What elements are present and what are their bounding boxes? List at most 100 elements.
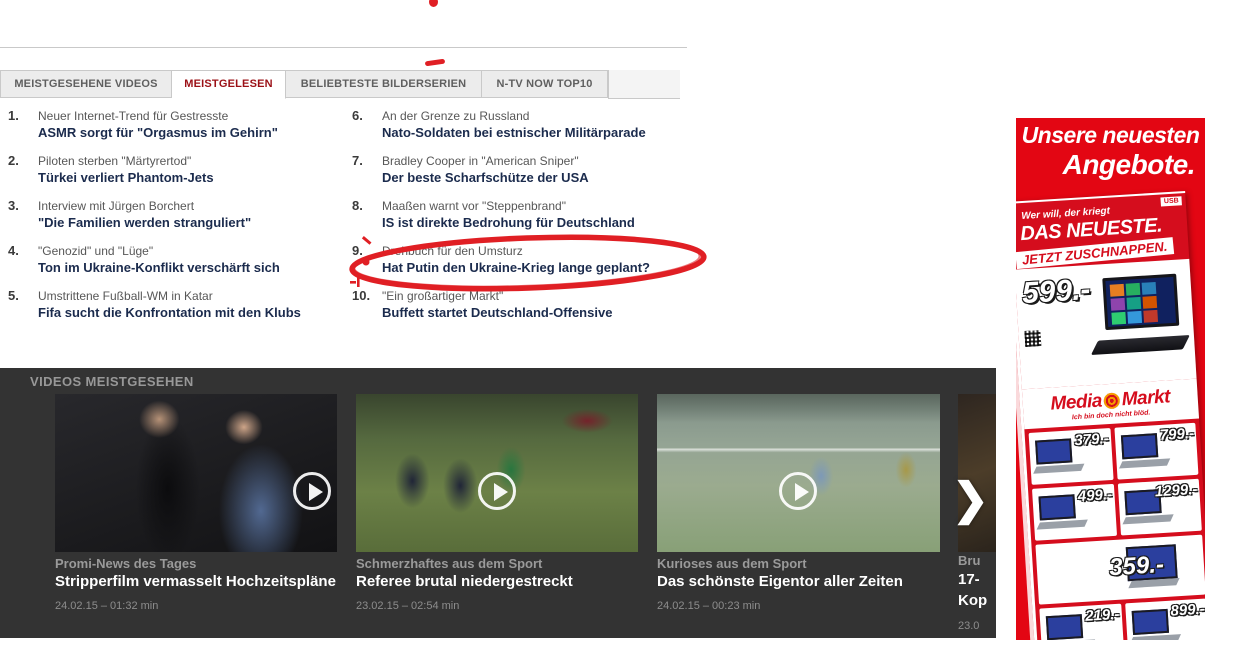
ranking-item-6[interactable]: 6. An der Grenze zu RusslandNato-Soldate…: [352, 108, 687, 142]
video-meta: 23.0: [958, 620, 979, 632]
article-kicker: "Genozid" und "Lüge": [38, 243, 280, 259]
laptop-screen: [1102, 274, 1179, 330]
article-headline[interactable]: Türkei verliert Phantom-Jets: [38, 169, 214, 187]
ad-chip: USB: [1161, 196, 1182, 206]
annotation-tick: [357, 277, 360, 287]
ranking-item-8[interactable]: 8. Maaßen warnt vor "Steppenbrand"IS ist…: [352, 198, 687, 232]
ranking-item-10[interactable]: 10. "Ein großartiger Markt"Buffett start…: [352, 288, 687, 322]
video-kicker[interactable]: Schmerzhaftes aus dem Sport: [356, 556, 542, 571]
video-meta: 24.02.15 – 01:32 min: [55, 600, 158, 612]
rank-number: 9.: [352, 243, 382, 277]
tab-beliebteste-bilderserien[interactable]: BELIEBTESTE BILDERSERIEN: [286, 70, 482, 98]
ranking-item-5[interactable]: 5. Umstrittene Fußball-WM in KatarFifa s…: [8, 288, 343, 322]
article-kicker: Umstrittene Fußball-WM in Katar: [38, 288, 301, 304]
article-headline[interactable]: "Die Familien werden stranguliert": [38, 214, 251, 232]
ad-price: 499.-: [1077, 486, 1112, 505]
carousel-next-icon[interactable]: ❯: [952, 478, 989, 522]
video-meta: 23.02.15 – 02:54 min: [356, 600, 459, 612]
mediamarkt-ad-banner[interactable]: Unsere neuesten Angebote. USB Wer will, …: [1016, 118, 1205, 640]
video-headline[interactable]: Kop: [958, 592, 987, 609]
rank-number: 7.: [352, 153, 382, 187]
ad-price: 359.-: [1108, 551, 1164, 582]
article-kicker: Drehbuch für den Umsturz: [382, 243, 650, 259]
annotation-dash: [350, 281, 356, 284]
annotation-stray-dot: [429, 0, 438, 7]
tab-bar-filler: [608, 70, 680, 99]
video-headline[interactable]: 17-: [958, 571, 980, 588]
video-thumbnail-2[interactable]: [356, 394, 638, 552]
rank-number: 10.: [352, 288, 382, 322]
ranking-item-9[interactable]: 9. Drehbuch für den UmsturzHat Putin den…: [352, 243, 687, 277]
ranking-item-1[interactable]: 1. Neuer Internet-Trend für GestressteAS…: [8, 108, 343, 142]
video-headline[interactable]: Das schönste Eigentor aller Zeiten: [657, 573, 903, 590]
laptop-keyboard: [1091, 335, 1190, 355]
ranking-item-7[interactable]: 7. Bradley Cooper in "American Sniper"De…: [352, 153, 687, 187]
ranking-item-4[interactable]: 4. "Genozid" und "Lüge"Ton im Ukraine-Ko…: [8, 243, 343, 277]
article-kicker: Interview mit Jürgen Borchert: [38, 198, 251, 214]
page: MEISTGESEHENE VIDEOS MEISTGELESEN BELIEB…: [0, 0, 1239, 653]
ad-product: 499.-: [1032, 484, 1117, 541]
article-kicker: "Ein großartiger Markt": [382, 288, 612, 304]
brand-name-left: Media: [1050, 390, 1103, 415]
annotation-stray-dash: [425, 59, 446, 67]
article-headline[interactable]: Ton im Ukraine-Konflikt verschärft sich: [38, 259, 280, 277]
ranking-item-2[interactable]: 2. Piloten sterben "Märtyrertod"Türkei v…: [8, 153, 343, 187]
article-headline[interactable]: ASMR sorgt für "Orgasmus im Gehirn": [38, 124, 278, 142]
videos-panel: VIDEOS MEISTGESEHEN: [0, 368, 996, 638]
ad-price: 899.-: [1170, 601, 1205, 620]
rank-number: 5.: [8, 288, 38, 322]
article-kicker: Bradley Cooper in "American Sniper": [382, 153, 589, 169]
brand-name-right: Markt: [1121, 386, 1170, 411]
play-icon[interactable]: [779, 472, 817, 510]
ad-product-grid: 379.- 799.- 499.- 1299.- 359.- 219.- 899…: [1024, 419, 1205, 640]
article-headline[interactable]: Fifa sucht die Konfrontation mit den Klu…: [38, 304, 301, 322]
video-thumbnail-3[interactable]: [657, 394, 940, 552]
videos-panel-title: VIDEOS MEISTGESEHEN: [30, 374, 194, 389]
article-headline[interactable]: Hat Putin den Ukraine-Krieg lange geplan…: [382, 259, 650, 277]
article-headline[interactable]: Nato-Soldaten bei estnischer Militärpara…: [382, 124, 646, 142]
ad-product: 379.-: [1029, 428, 1114, 485]
play-icon[interactable]: [478, 472, 516, 510]
video-kicker[interactable]: Promi-News des Tages: [55, 556, 196, 571]
ad-title-line1: Unsere neuesten: [1016, 122, 1205, 149]
rank-number: 4.: [8, 243, 38, 277]
article-kicker: Neuer Internet-Trend für Gestresste: [38, 108, 278, 124]
ad-product: 359.-: [1035, 535, 1205, 605]
rank-number: 8.: [352, 198, 382, 232]
horizontal-divider: [0, 47, 687, 48]
ad-product: 219.-: [1039, 604, 1124, 640]
article-kicker: Maaßen warnt vor "Steppenbrand": [382, 198, 635, 214]
ad-product: 899.-: [1125, 598, 1205, 640]
tab-meistgelesen[interactable]: MEISTGELESEN: [172, 70, 286, 99]
ad-price: 799.-: [1159, 425, 1194, 444]
video-kicker[interactable]: Kurioses aus dem Sport: [657, 556, 807, 571]
ad-hero-product: 599.-: [1016, 259, 1197, 389]
ad-product: 1299.-: [1117, 479, 1202, 536]
ad-product: 799.-: [1114, 423, 1199, 480]
video-headline[interactable]: Referee brutal niedergestreckt: [356, 573, 573, 590]
rank-number: 2.: [8, 153, 38, 187]
play-icon[interactable]: [293, 472, 331, 510]
article-headline[interactable]: Der beste Scharfschütze der USA: [382, 169, 589, 187]
article-kicker: Piloten sterben "Märtyrertod": [38, 153, 214, 169]
rank-number: 6.: [352, 108, 382, 142]
video-meta: 24.02.15 – 00:23 min: [657, 600, 760, 612]
tab-ntv-now-top10[interactable]: N-TV NOW TOP10: [482, 70, 608, 98]
rank-number: 1.: [8, 108, 38, 142]
ranking-item-3[interactable]: 3. Interview mit Jürgen Borchert"Die Fam…: [8, 198, 343, 232]
article-kicker: An der Grenze zu Russland: [382, 108, 646, 124]
ad-title-line2: Angebote.: [1063, 149, 1195, 181]
ad-flyer[interactable]: USB Wer will, der kriegt DAS NEUESTE. JE…: [1016, 191, 1205, 640]
ad-price: 1299.-: [1154, 481, 1198, 501]
article-headline[interactable]: IS ist direkte Bedrohung für Deutschland: [382, 214, 635, 232]
article-headline[interactable]: Buffett startet Deutschland-Offensive: [382, 304, 612, 322]
video-thumbnail-4[interactable]: [958, 394, 996, 552]
tab-meistgesehene-videos[interactable]: MEISTGESEHENE VIDEOS: [0, 70, 172, 98]
mediamarkt-swirl-icon: [1103, 392, 1120, 409]
video-headline[interactable]: Stripperfilm vermasselt Hochzeitspläne: [55, 573, 336, 590]
ad-price: 219.-: [1085, 606, 1120, 625]
video-kicker[interactable]: Bru: [958, 553, 980, 568]
ranking-tab-bar: MEISTGESEHENE VIDEOS MEISTGELESEN BELIEB…: [0, 70, 680, 99]
qr-code-icon: [1024, 330, 1041, 347]
video-thumbnail-1[interactable]: [55, 394, 337, 552]
